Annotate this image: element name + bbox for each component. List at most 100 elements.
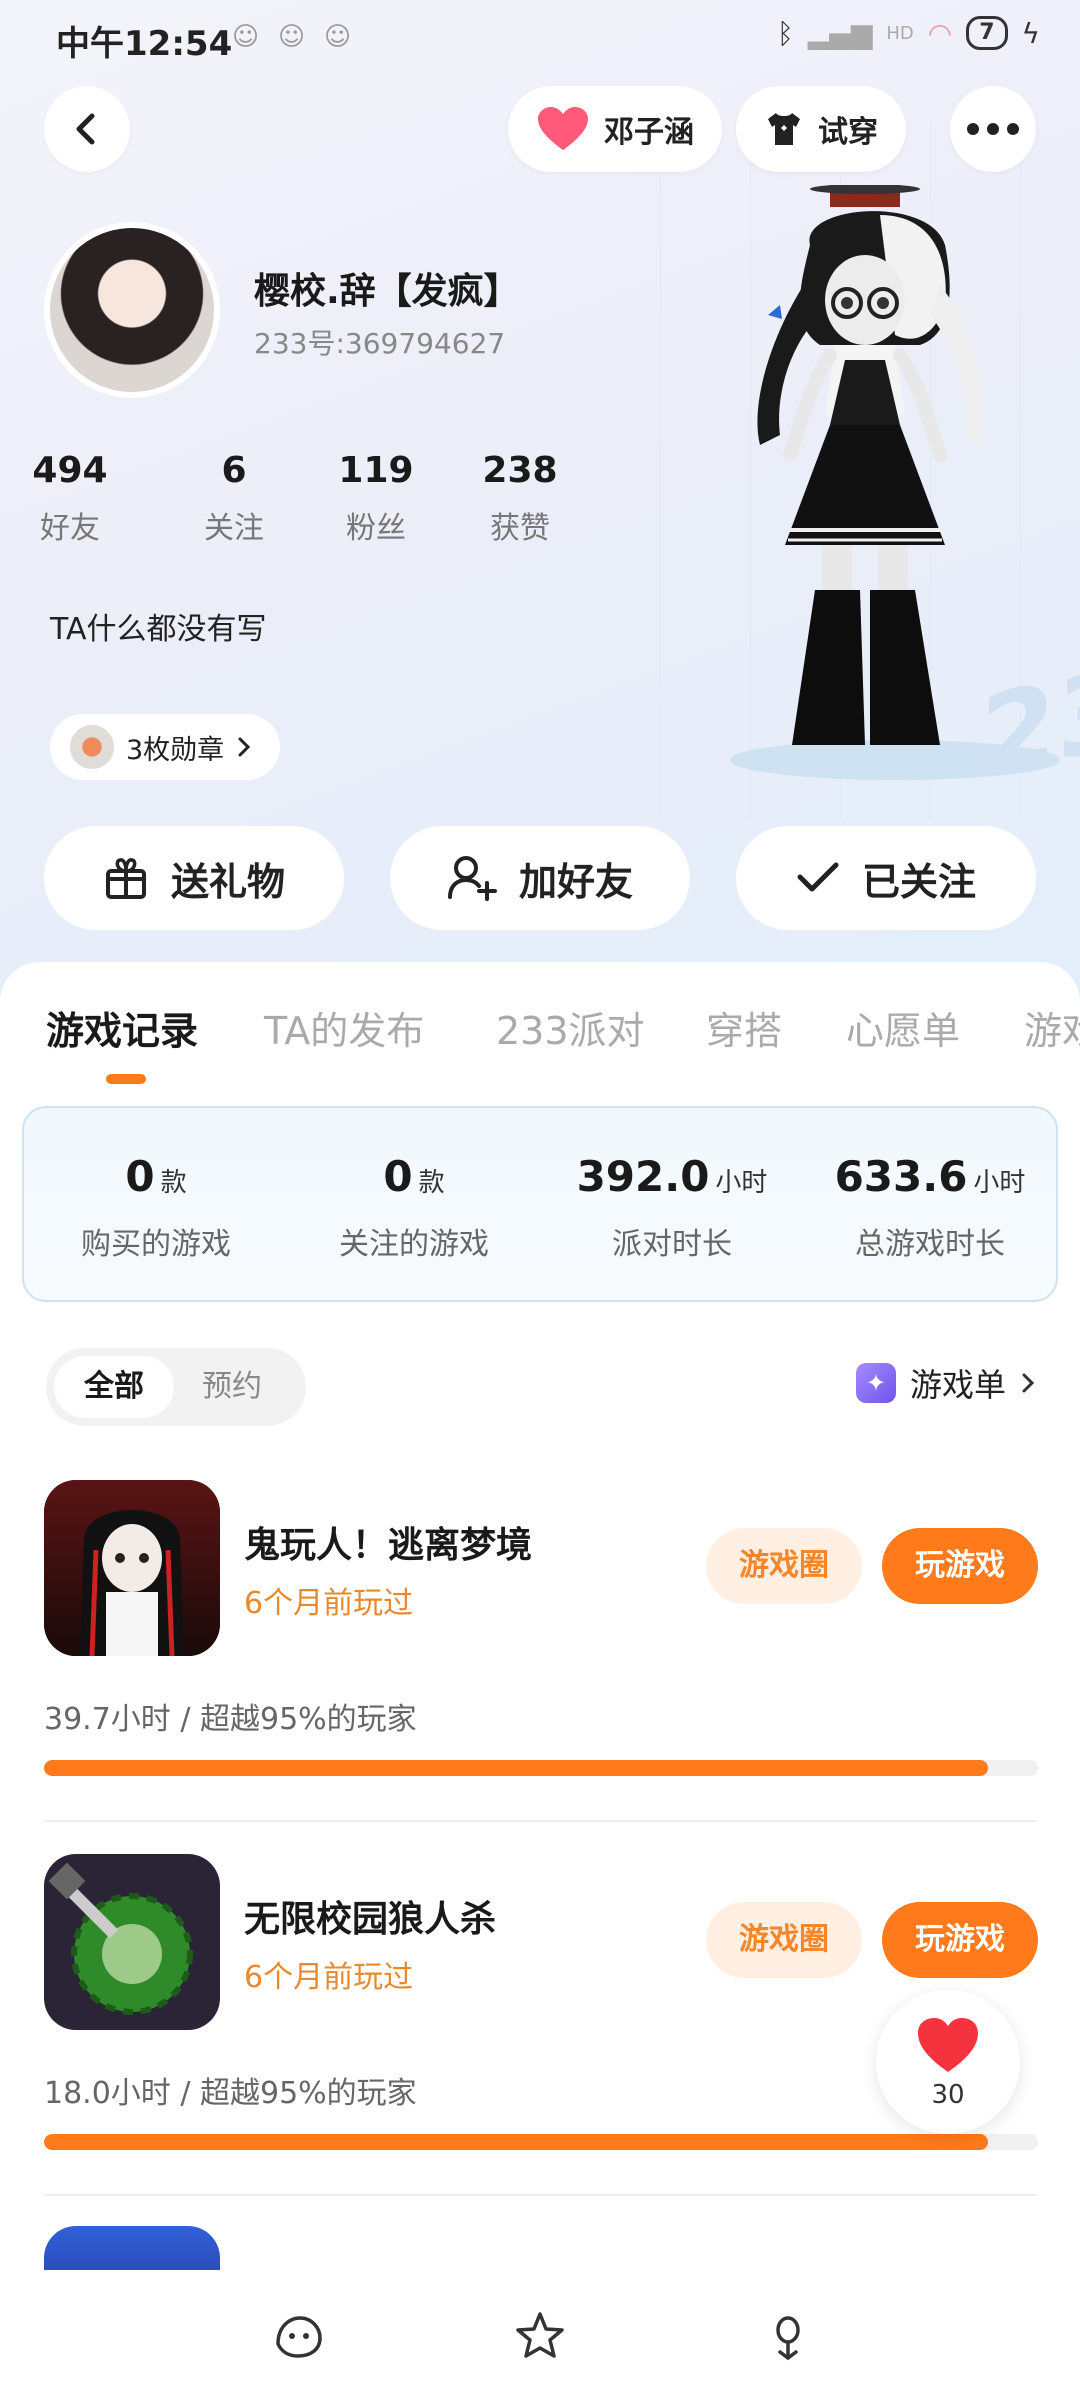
game-list-link[interactable]: ✦ 游戏单 [855, 1360, 1036, 1406]
try-on-button[interactable]: 试穿 [736, 86, 906, 172]
medal-badge-button[interactable]: 3枚勋章 [50, 714, 281, 780]
signal-icon: ▂▄▆ [807, 16, 873, 50]
divider [44, 2194, 1038, 2196]
tab-outfits[interactable]: 穿搭 [706, 1000, 782, 1055]
stat-followers[interactable]: 119 粉丝 [306, 450, 446, 547]
summary-total-time: 633.6 小时 总游戏时长 [800, 1152, 1060, 1263]
stat-friends[interactable]: 494 好友 [0, 450, 140, 547]
summary-unit: 款 [418, 1168, 445, 1198]
flower-icon[interactable] [760, 2308, 816, 2364]
play-game-button[interactable]: 玩游戏 [882, 1528, 1038, 1604]
send-gift-button[interactable]: 送礼物 [44, 826, 344, 930]
summary-label: 购买的游戏 [81, 1227, 231, 1262]
notification-icon: ☺ [324, 22, 352, 52]
stat-value: 494 [32, 450, 108, 491]
wifi-icon: ◠ [927, 16, 953, 50]
game-icon [44, 2226, 220, 2276]
game-playtime-stats: 18.0小时 / 超越95%的玩家 [44, 2076, 417, 2111]
medal-label: 3枚勋章 [126, 734, 225, 766]
tab-game-records[interactable]: 游戏记录 [46, 1000, 198, 1055]
friend-name: 邓子涵 [604, 115, 694, 150]
chevron-right-icon [238, 737, 251, 757]
stat-label: 好友 [40, 511, 100, 546]
tab-233-party[interactable]: 233派对 [496, 1000, 645, 1055]
progress-fill [44, 2134, 989, 2150]
stat-value: 6 [221, 450, 247, 491]
friend-heart-button[interactable]: 邓子涵 [508, 86, 722, 172]
more-button[interactable] [950, 86, 1036, 172]
charging-icon: ϟ [1021, 16, 1040, 50]
add-user-icon [447, 856, 497, 901]
summary-label: 关注的游戏 [339, 1227, 489, 1262]
home-face-icon[interactable] [270, 2308, 326, 2364]
heart-icon [538, 107, 588, 150]
try-on-label: 试穿 [818, 115, 878, 150]
add-friend-label: 加好友 [518, 859, 633, 904]
game-circle-button[interactable]: 游戏圈 [706, 1902, 862, 1978]
game-last-played: 6个月前玩过 [244, 1960, 414, 1995]
tshirt-icon [768, 113, 800, 145]
sparkle-icon: ✦ [855, 1363, 896, 1403]
tab-bar: 游戏记录 TA的发布 233派对 穿搭 心愿单 游戏 [0, 990, 1080, 1080]
status-indicators: ᛒ ▂▄▆ HD ◠ 7 ϟ [777, 16, 1040, 50]
filter-all[interactable]: 全部 [54, 1356, 174, 1418]
gift-icon [105, 858, 146, 899]
chevron-left-icon [76, 113, 95, 145]
summary-unit: 款 [160, 1168, 187, 1198]
hd-signal-icon: HD [886, 22, 914, 44]
tab-ta-posts[interactable]: TA的发布 [264, 1000, 424, 1055]
game-circle-button[interactable]: 游戏圈 [706, 1528, 862, 1604]
tab-wishlist[interactable]: 心愿单 [846, 1000, 960, 1055]
summary-value: 633.6 [834, 1152, 968, 1201]
bottom-navigation [0, 2270, 1080, 2400]
profile-uid: 233号:369794627 [254, 327, 506, 360]
followed-button[interactable]: 已关注 [736, 826, 1036, 930]
progress-fill [44, 1760, 989, 1776]
game-icon [44, 1854, 220, 2030]
notification-icon: ☺ [232, 22, 260, 52]
tab-games[interactable]: 游戏 [1024, 1000, 1080, 1055]
more-dot [967, 123, 979, 135]
summary-unit: 小时 [715, 1168, 768, 1198]
stat-value: 119 [338, 450, 414, 491]
profile-name: 樱校.辞【发疯】 [254, 271, 520, 312]
stat-label: 关注 [204, 511, 264, 546]
stat-likes[interactable]: 238 获赞 [450, 450, 590, 547]
status-time: 中午12:54 [56, 24, 233, 64]
summary-value: 392.0 [576, 1152, 710, 1201]
play-game-button[interactable]: 玩游戏 [882, 1902, 1038, 1978]
game-icon [44, 1480, 220, 1656]
chevron-right-icon [1022, 1373, 1035, 1393]
back-button[interactable] [44, 86, 130, 172]
like-count: 30 [931, 2080, 965, 2110]
summary-party-time: 392.0 小时 派对时长 [542, 1152, 802, 1263]
summary-purchased: 0款 购买的游戏 [26, 1152, 286, 1263]
avatar[interactable] [44, 222, 220, 398]
profile-bio: TA什么都没有写 [50, 612, 267, 647]
playtime-progress-bar [44, 1760, 1038, 1776]
add-friend-button[interactable]: 加好友 [390, 826, 690, 930]
battery-icon: 7 [966, 16, 1008, 50]
filter-segmented-control: 全部 预约 [46, 1348, 306, 1426]
character-avatar[interactable] [730, 185, 1060, 785]
stat-following[interactable]: 6 关注 [164, 450, 304, 547]
status-bar: 中午12:54 ☺ ☺ ☺ ᛒ ▂▄▆ HD ◠ 7 ϟ [0, 0, 1080, 80]
game-summary-card: 0款 购买的游戏 0款 关注的游戏 392.0 小时 派对时长 633.6 小时 总… [22, 1106, 1058, 1302]
bluetooth-icon: ᛒ [776, 16, 794, 50]
game-last-played: 6个月前玩过 [244, 1586, 414, 1621]
tab-indicator [106, 1074, 146, 1084]
playtime-progress-bar [44, 2134, 1038, 2150]
heart-icon [918, 2018, 978, 2072]
summary-label: 总游戏时长 [855, 1227, 1005, 1262]
summary-value: 0 [125, 1152, 155, 1201]
stat-value: 238 [482, 450, 558, 491]
stat-label: 获赞 [490, 511, 550, 546]
divider [44, 1820, 1038, 1822]
more-dot [1007, 123, 1019, 135]
game-playtime-stats: 39.7小时 / 超越95%的玩家 [44, 1702, 417, 1737]
star-icon[interactable] [512, 2308, 568, 2364]
game-record-item[interactable]: 鬼玩人！逃离梦境 6个月前玩过 游戏圈 玩游戏 39.7小时 / 超越95%的玩… [0, 1480, 1080, 1850]
followed-label: 已关注 [861, 859, 976, 904]
filter-reserved[interactable]: 预约 [172, 1356, 292, 1418]
like-button[interactable]: 30 [876, 1990, 1020, 2134]
